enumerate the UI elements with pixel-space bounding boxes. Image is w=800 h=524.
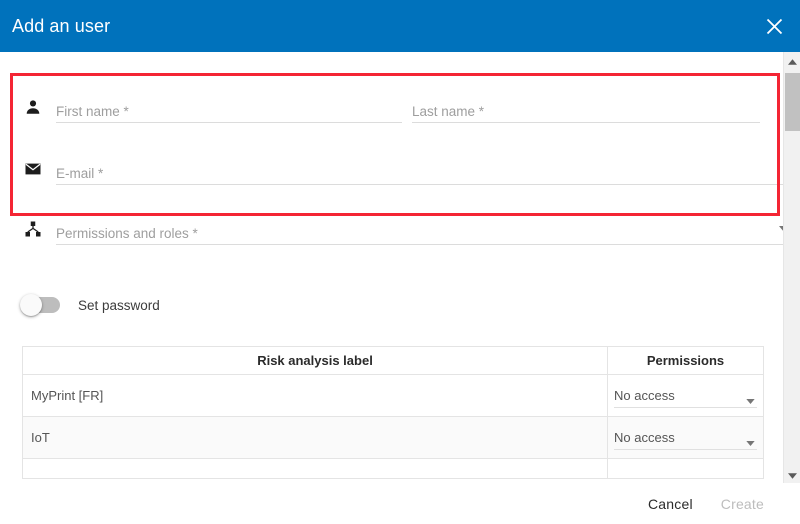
scroll-down-icon <box>787 466 797 484</box>
permission-select[interactable]: No access <box>614 384 757 408</box>
dialog-title: Add an user <box>12 16 111 36</box>
email-input[interactable]: E-mail * <box>56 157 783 185</box>
risk-label-cell: IoT <box>22 416 608 459</box>
last-name-row: Last name * <box>412 95 760 123</box>
table-header-row: Risk analysis label Permissions <box>22 346 764 375</box>
permissions-roles-placeholder: Permissions and roles * <box>56 226 198 241</box>
toggle-knob <box>20 294 42 316</box>
set-password-label: Set password <box>78 297 160 313</box>
permission-cell: No access <box>607 374 764 417</box>
last-name-input[interactable]: Last name * <box>412 95 760 123</box>
first-name-placeholder: First name * <box>56 104 129 119</box>
permission-cell: No access <box>607 416 764 459</box>
person-icon <box>21 95 45 119</box>
cancel-button[interactable]: Cancel <box>634 488 707 520</box>
form-content: First name * Last name * E-mail * Permis… <box>0 52 783 483</box>
dialog-body: First name * Last name * E-mail * Permis… <box>0 52 800 483</box>
permission-value: No access <box>614 429 675 445</box>
chevron-down-icon <box>746 434 755 449</box>
first-name-input[interactable]: First name * <box>56 95 402 123</box>
permissions-roles-select[interactable]: Permissions and roles * <box>56 217 783 245</box>
set-password-row: Set password <box>20 294 160 316</box>
dialog-titlebar: Add an user <box>0 0 800 52</box>
scrollbar-track[interactable] <box>784 69 800 466</box>
column-header-risk-analysis-label: Risk analysis label <box>22 346 608 375</box>
close-icon <box>766 18 783 35</box>
add-user-dialog: Add an user First name * Last name * E-m… <box>0 0 800 524</box>
table-row: MyPrint [FR] No access <box>22 374 764 417</box>
chevron-down-icon <box>746 392 755 407</box>
account-tree-icon <box>21 217 45 241</box>
risk-label-cell-partial <box>22 458 608 479</box>
scroll-up-icon <box>787 52 797 70</box>
table-row-partial <box>22 458 764 479</box>
email-placeholder: E-mail * <box>56 166 104 181</box>
scroll-down-button[interactable] <box>784 466 800 483</box>
column-header-permissions: Permissions <box>607 346 764 375</box>
dialog-footer: Cancel Create <box>0 483 800 524</box>
last-name-placeholder: Last name * <box>412 104 485 119</box>
permission-select[interactable]: No access <box>614 426 757 450</box>
scrollbar-thumb[interactable] <box>784 73 800 131</box>
first-name-row: First name * <box>21 95 402 123</box>
close-button[interactable] <box>748 0 800 52</box>
email-row: E-mail * <box>21 157 783 185</box>
table-row: IoT No access <box>22 416 764 459</box>
set-password-toggle[interactable] <box>20 294 60 316</box>
permission-cell-partial <box>607 458 764 479</box>
mail-icon <box>21 157 45 181</box>
permission-value: No access <box>614 387 675 403</box>
risk-label-cell: MyPrint [FR] <box>22 374 608 417</box>
vertical-scrollbar[interactable] <box>783 52 800 483</box>
risk-analysis-table: Risk analysis label Permissions MyPrint … <box>22 346 764 479</box>
permissions-roles-row: Permissions and roles * <box>21 217 783 245</box>
create-button[interactable]: Create <box>707 488 778 520</box>
scroll-up-button[interactable] <box>784 52 800 69</box>
